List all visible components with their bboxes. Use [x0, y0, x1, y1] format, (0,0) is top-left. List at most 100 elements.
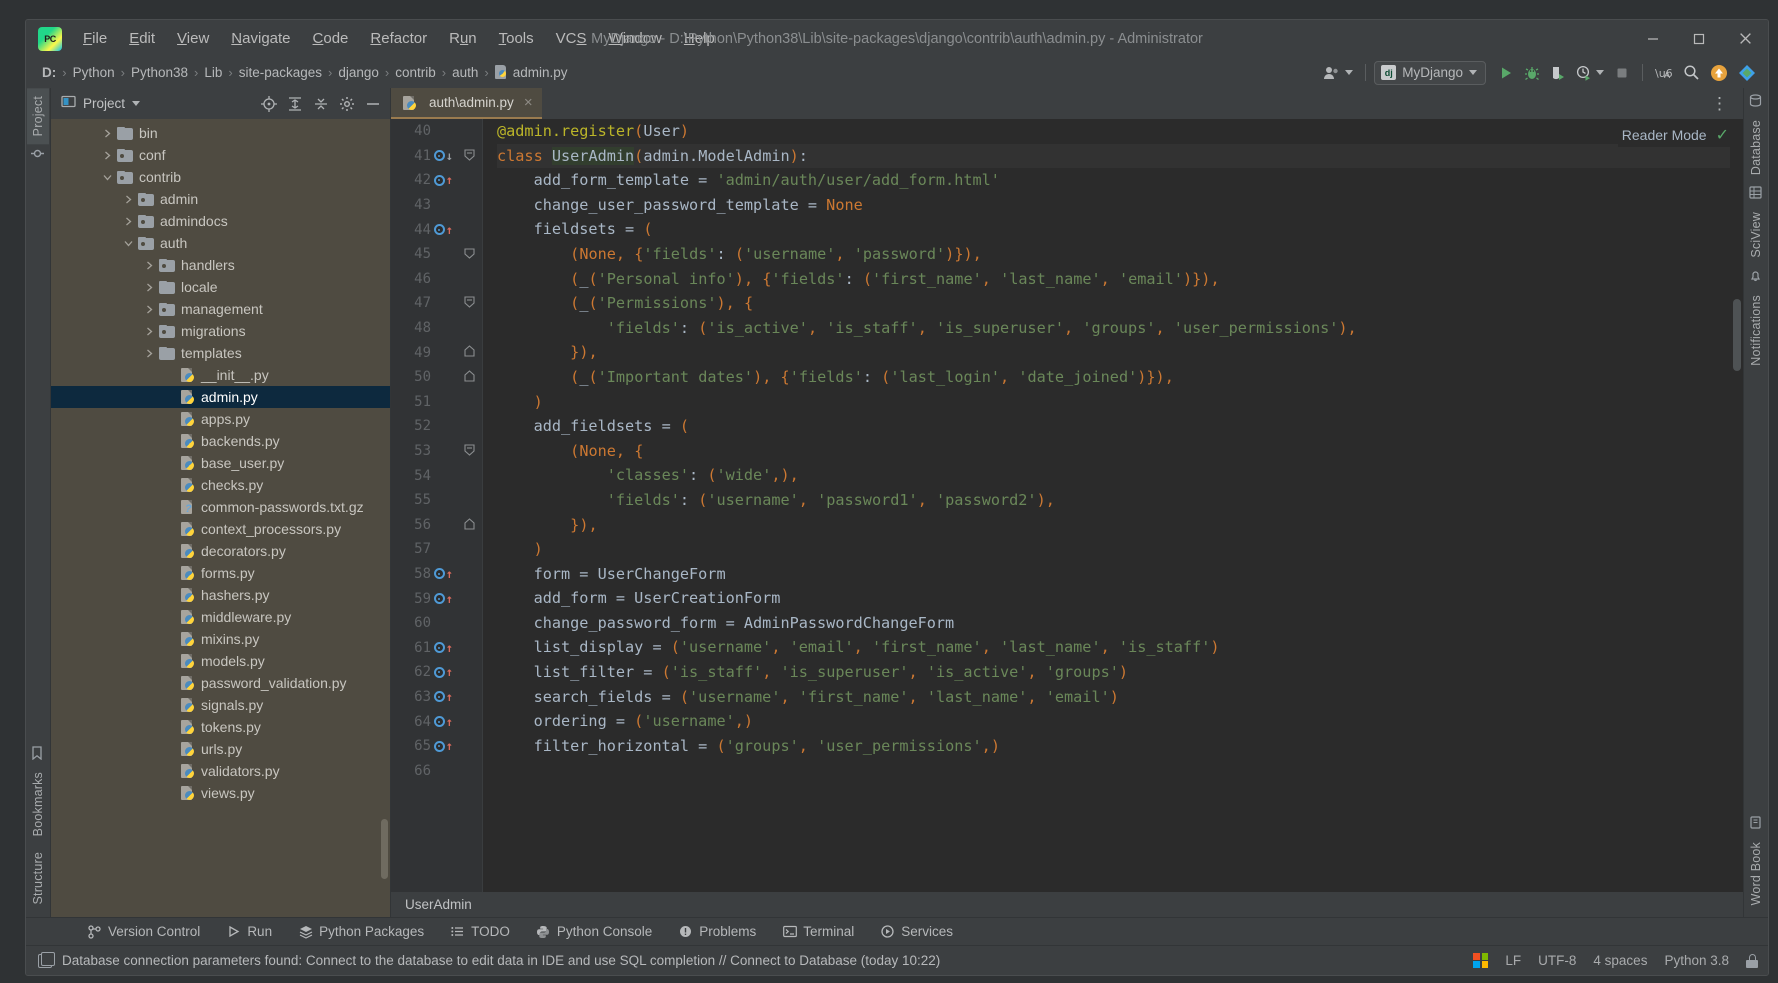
- code-line[interactable]: change_password_form = AdminPasswordChan…: [497, 611, 1743, 636]
- code-line[interactable]: ): [497, 537, 1743, 562]
- sidebar-item-project[interactable]: Project: [27, 88, 49, 145]
- code-line[interactable]: ordering = ('username',): [497, 709, 1743, 734]
- tree-node[interactable]: signals.py: [51, 694, 390, 716]
- breadcrumb-item-admin-py[interactable]: admin.py: [490, 63, 573, 82]
- tree-node[interactable]: backends.py: [51, 430, 390, 452]
- implementation-marker-icon[interactable]: ↑: [433, 691, 453, 703]
- fold-end-up-icon[interactable]: [463, 345, 476, 363]
- code-line[interactable]: list_display = ('username', 'email', 'fi…: [497, 635, 1743, 660]
- sidebar-item-notifications[interactable]: Notifications: [1745, 287, 1767, 374]
- tree-node[interactable]: handlers: [51, 254, 390, 276]
- debug-button[interactable]: [1520, 61, 1544, 85]
- line-separator-status[interactable]: LF: [1505, 953, 1521, 968]
- tool-window-services[interactable]: Services: [867, 921, 966, 942]
- chevron-right-icon[interactable]: [122, 215, 135, 228]
- tree-node[interactable]: migrations: [51, 320, 390, 342]
- implementation-marker-icon[interactable]: ↓: [433, 150, 453, 162]
- code-line[interactable]: add_form = UserCreationForm: [497, 586, 1743, 611]
- implementation-marker-icon[interactable]: ↑: [433, 666, 453, 678]
- stop-button[interactable]: [1610, 61, 1634, 85]
- run-with-coverage-button[interactable]: [1546, 61, 1570, 85]
- menu-item-window[interactable]: Window: [598, 27, 673, 50]
- gutter-line[interactable]: 59 ↑: [391, 586, 457, 611]
- editor-breadcrumb-label[interactable]: UserAdmin: [405, 897, 472, 912]
- tree-node[interactable]: bin: [51, 122, 390, 144]
- code-line[interactable]: 'fields': ('username', 'password1', 'pas…: [497, 488, 1743, 513]
- code-line[interactable]: add_fieldsets = (: [497, 414, 1743, 439]
- tree-node[interactable]: password_validation.py: [51, 672, 390, 694]
- database-icon[interactable]: [1749, 94, 1764, 109]
- gutter-line[interactable]: 64 ↑: [391, 709, 457, 734]
- code-line[interactable]: (_('Permissions'), {: [497, 291, 1743, 316]
- menu-item-run[interactable]: Run: [438, 27, 488, 50]
- chevron-right-icon[interactable]: [143, 259, 156, 272]
- tree-node[interactable]: apps.py: [51, 408, 390, 430]
- indent-status[interactable]: 4 spaces: [1593, 953, 1647, 968]
- tool-window-version-control[interactable]: Version Control: [74, 921, 213, 942]
- gutter-line[interactable]: 53: [391, 439, 457, 464]
- gutter-line[interactable]: 50: [391, 365, 457, 390]
- gutter-line[interactable]: 61 ↑: [391, 635, 457, 660]
- close-tab-icon[interactable]: ×: [524, 95, 533, 110]
- breadcrumb-item-site-packages[interactable]: site-packages: [234, 63, 327, 82]
- breadcrumb-item-lib[interactable]: Lib: [199, 63, 227, 82]
- lock-icon[interactable]: [1746, 953, 1758, 968]
- chevron-right-icon[interactable]: [122, 193, 135, 206]
- chevron-right-icon[interactable]: [101, 127, 114, 140]
- gutter-line[interactable]: 45: [391, 242, 457, 267]
- editor-tab-admin-py[interactable]: auth\admin.py ×: [391, 88, 542, 119]
- tool-window-python-packages[interactable]: Python Packages: [285, 921, 437, 942]
- gutter-line[interactable]: 55: [391, 488, 457, 513]
- sidebar-item-database[interactable]: Database: [1745, 112, 1767, 183]
- code-editor[interactable]: 40 41 ↓ 42 ↑ 43 44 ↑ 45 46 47 48 49 50 51 52 53 54 55 56 57 5…: [391, 119, 1743, 892]
- hide-panel-icon[interactable]: [364, 95, 381, 112]
- commit-icon[interactable]: [30, 147, 46, 162]
- code-line[interactable]: }),: [497, 340, 1743, 365]
- close-button[interactable]: [1722, 20, 1768, 57]
- sidebar-item-structure[interactable]: Structure: [27, 844, 49, 913]
- database-notification-icon[interactable]: [38, 951, 55, 968]
- gutter-line[interactable]: 65 ↑: [391, 734, 457, 759]
- search-everywhere-icon[interactable]: [1679, 61, 1704, 85]
- chevron-right-icon[interactable]: [143, 347, 156, 360]
- gutter-line[interactable]: 49: [391, 340, 457, 365]
- code-line[interactable]: (_('Personal info'), {'fields': ('first_…: [497, 267, 1743, 292]
- breadcrumb-item-python38[interactable]: Python38: [126, 63, 193, 82]
- tool-window-python-console[interactable]: Python Console: [523, 921, 665, 942]
- menu-item-code[interactable]: Code: [302, 27, 360, 50]
- code-line[interactable]: ): [497, 390, 1743, 415]
- reader-mode-indicator[interactable]: Reader Mode ✓: [1617, 123, 1733, 147]
- code-line[interactable]: 'fields': ('is_active', 'is_staff', 'is_…: [497, 316, 1743, 341]
- gutter-line[interactable]: 48: [391, 316, 457, 341]
- tool-window-run[interactable]: Run: [213, 921, 285, 942]
- gutter-line[interactable]: 63 ↑: [391, 685, 457, 710]
- implementation-marker-icon[interactable]: ↑: [433, 642, 453, 654]
- code-line[interactable]: [497, 758, 1743, 783]
- tree-node[interactable]: conf: [51, 144, 390, 166]
- implementation-marker-icon[interactable]: ↑: [433, 716, 453, 728]
- breadcrumb-item-python[interactable]: Python: [68, 63, 120, 82]
- tree-node[interactable]: models.py: [51, 650, 390, 672]
- tree-node[interactable]: admindocs: [51, 210, 390, 232]
- status-message[interactable]: Database connection parameters found: Co…: [62, 953, 940, 968]
- gutter-line[interactable]: 40: [391, 119, 457, 144]
- gutter-line[interactable]: 43: [391, 193, 457, 218]
- interpreter-status[interactable]: Python 3.8: [1664, 953, 1729, 968]
- tool-window-terminal[interactable]: Terminal: [769, 921, 867, 942]
- gutter-line[interactable]: 41 ↓: [391, 144, 457, 169]
- menu-item-edit[interactable]: Edit: [118, 27, 166, 50]
- fold-end-up-icon[interactable]: [463, 370, 476, 388]
- editor-options-icon[interactable]: ⋮: [1707, 95, 1733, 112]
- implementation-marker-icon[interactable]: ↑: [433, 174, 453, 186]
- gutter-line[interactable]: 47: [391, 291, 457, 316]
- tree-node[interactable]: forms.py: [51, 562, 390, 584]
- code-line[interactable]: 'classes': ('wide',),: [497, 463, 1743, 488]
- run-configuration-selector[interactable]: dj MyDjango: [1374, 60, 1486, 85]
- tree-node[interactable]: base_user.py: [51, 452, 390, 474]
- settings-gear-icon[interactable]: [338, 95, 355, 112]
- chevron-right-icon[interactable]: [101, 149, 114, 162]
- gutter-line[interactable]: 66: [391, 758, 457, 783]
- translation-button[interactable]: \u6587A: [1651, 61, 1677, 85]
- tree-node[interactable]: mixins.py: [51, 628, 390, 650]
- code-line[interactable]: list_filter = ('is_staff', 'is_superuser…: [497, 660, 1743, 685]
